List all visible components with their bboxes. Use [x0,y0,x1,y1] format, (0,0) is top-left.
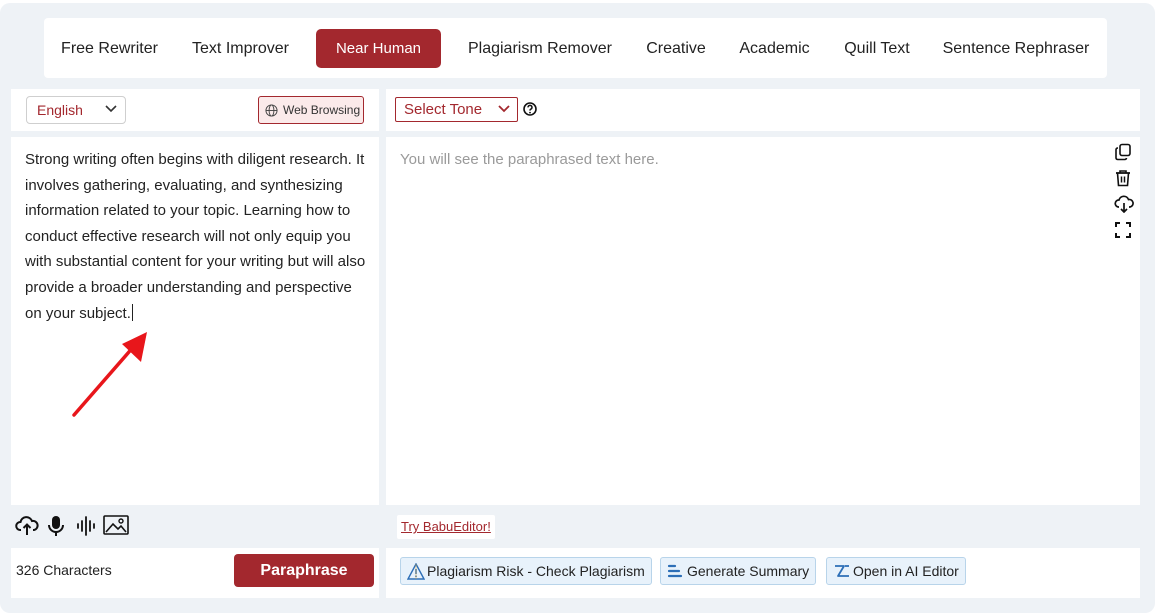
mode-tabs: Free Rewriter Text Improver Near Human P… [44,18,1107,78]
check-plagiarism-button[interactable]: Plagiarism Risk - Check Plagiarism [400,557,652,585]
open-ai-editor-button[interactable]: Open in AI Editor [826,557,966,585]
tab-sentence-rephraser[interactable]: Sentence Rephraser [942,29,1090,68]
summary-icon [667,564,683,578]
language-value: English [37,102,83,118]
tab-free-rewriter[interactable]: Free Rewriter [61,29,158,68]
tab-creative[interactable]: Creative [645,29,707,68]
check-plagiarism-label: Plagiarism Risk - Check Plagiarism [427,563,645,579]
output-toolbar: Select Tone [386,89,1140,131]
chevron-down-icon [105,105,117,113]
tab-quill-text[interactable]: Quill Text [843,29,911,68]
input-toolbar: English Web Browsing [11,89,379,131]
web-browsing-button[interactable]: Web Browsing [258,96,364,124]
tab-academic[interactable]: Academic [738,29,811,68]
tone-label: Select Tone [404,101,483,118]
upload-cloud-icon[interactable] [15,515,39,537]
audio-wave-icon[interactable] [76,515,96,537]
language-select[interactable]: English [26,96,126,124]
input-footer: 326 Characters Paraphrase [11,548,379,598]
warning-icon [407,563,425,580]
copy-icon[interactable] [1114,143,1132,161]
tone-select[interactable]: Select Tone [395,97,518,122]
trash-icon[interactable] [1114,169,1132,187]
output-area[interactable]: You will see the paraphrased text here. [386,137,1140,505]
image-icon[interactable] [103,515,129,535]
try-babueditor-link[interactable]: Try BabuEditor! [397,515,495,539]
help-icon[interactable] [523,102,537,116]
paraphrase-button[interactable]: Paraphrase [234,554,374,587]
globe-icon [265,104,278,117]
generate-summary-button[interactable]: Generate Summary [660,557,817,585]
char-count: 326 Characters [16,562,112,578]
web-browsing-label: Web Browsing [283,103,361,117]
microphone-icon[interactable] [47,515,65,537]
tab-near-human[interactable]: Near Human [316,29,441,68]
tab-plagiarism-remover[interactable]: Plagiarism Remover [467,29,613,68]
chevron-down-icon [498,105,510,113]
fullscreen-icon[interactable] [1114,221,1132,239]
output-side-icons [1114,143,1134,247]
output-placeholder: You will see the paraphrased text here. [400,151,659,168]
red-arrow-annotation [72,332,147,417]
open-ai-editor-label: Open in AI Editor [853,563,959,579]
output-footer: Plagiarism Risk - Check Plagiarism Gener… [386,548,1140,598]
input-textarea[interactable]: Strong writing often begins with diligen… [11,137,379,505]
editor-icon [835,565,849,577]
input-text: Strong writing often begins with diligen… [25,151,366,322]
download-cloud-icon[interactable] [1114,195,1134,213]
text-caret [131,303,133,321]
tab-text-improver[interactable]: Text Improver [192,29,289,68]
generate-summary-label: Generate Summary [687,563,810,579]
